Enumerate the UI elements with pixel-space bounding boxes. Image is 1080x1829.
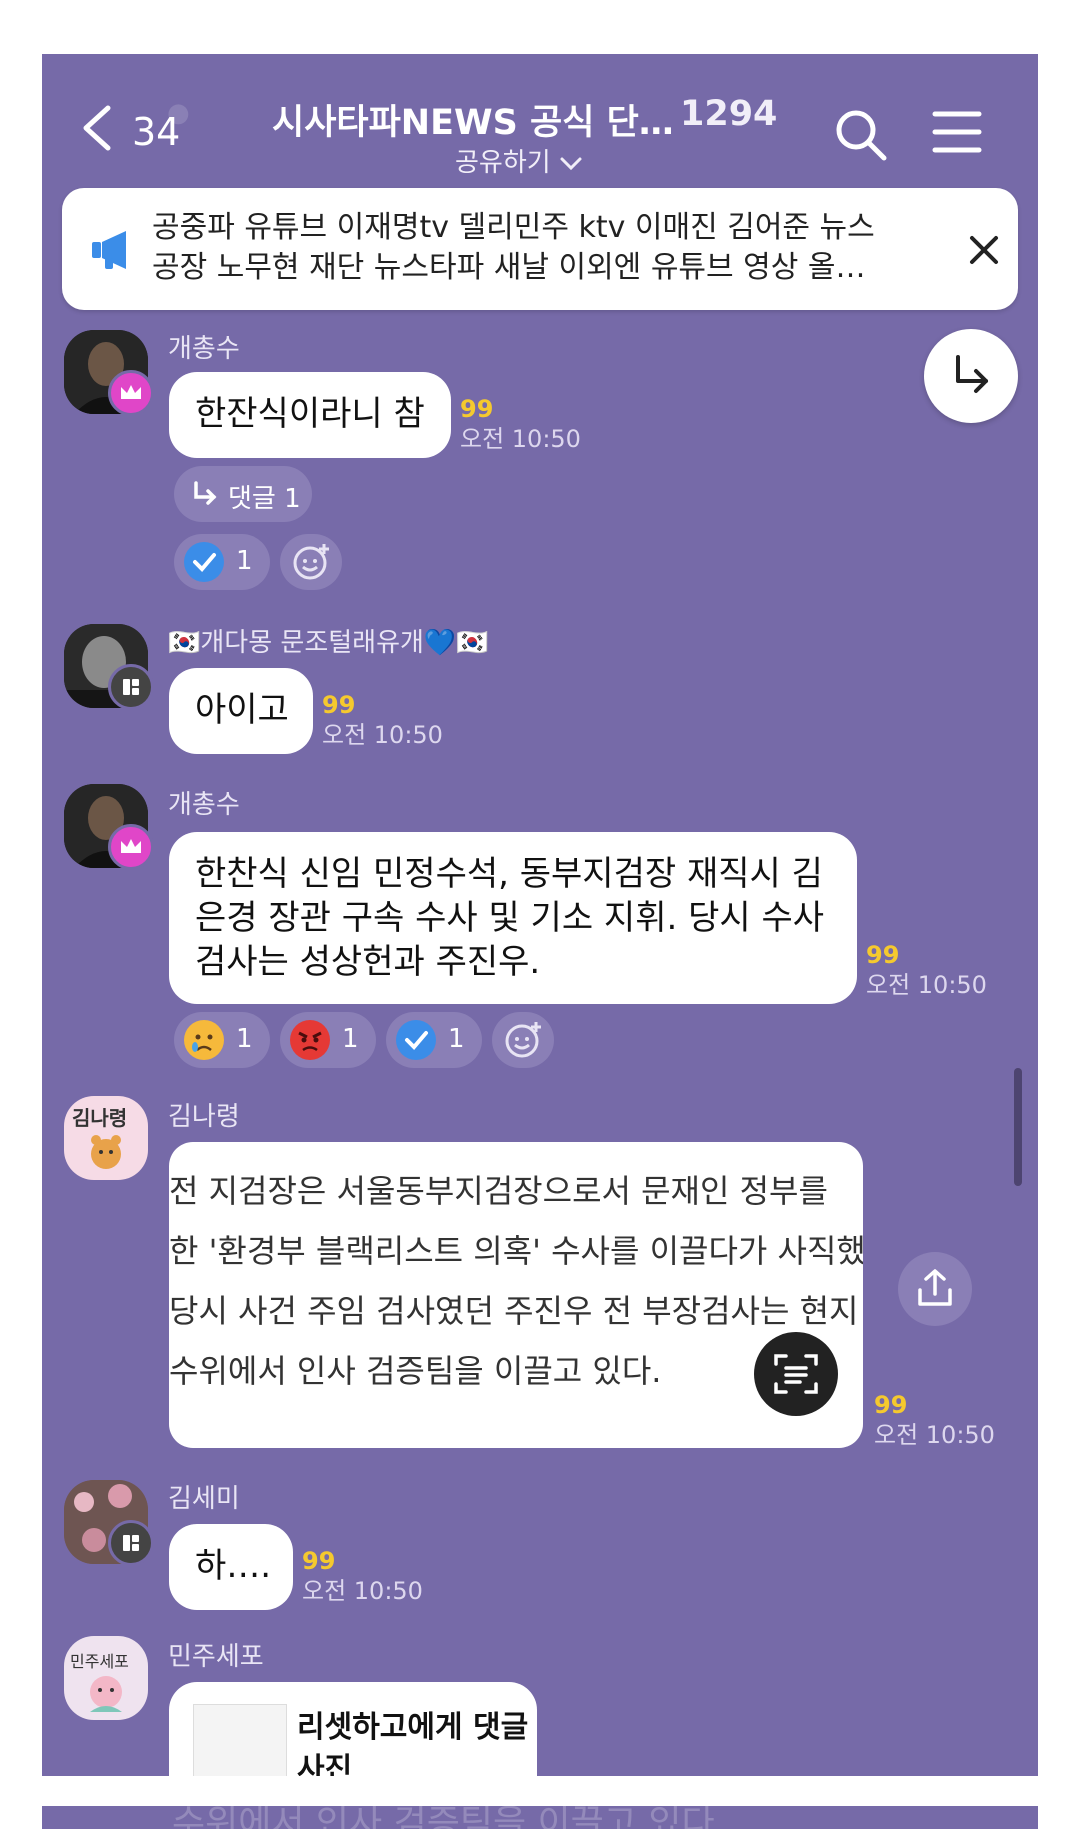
- message-meta: 99 오전 10:50: [460, 394, 581, 454]
- avatar[interactable]: 김나령: [64, 1096, 148, 1180]
- reply-thread-button[interactable]: 댓글 1: [174, 466, 312, 522]
- message-meta: 99 오전 10:50: [874, 1390, 995, 1450]
- notice-line: 공중파 유튜브 이재명tv 델리민주 ktv 이매진 김어준 뉴스: [152, 210, 875, 245]
- character-icon: [90, 1676, 122, 1712]
- reaction-count: 1: [448, 1024, 465, 1054]
- message-text-line: 검사는 성상헌과 주진우.: [195, 942, 541, 982]
- sad-face-icon: [184, 1020, 224, 1060]
- secondary-screenshot-strip: 수위에서 인사 검증팀을 이끌고 있다.: [42, 1806, 1038, 1829]
- image-text-line: 당시 사건 주임 검사였던 주진우 전 부장검사는 현지: [169, 1292, 859, 1330]
- scrollbar[interactable]: [1014, 1068, 1022, 1186]
- check-icon: [396, 1020, 436, 1060]
- crown-badge-icon: [108, 824, 154, 870]
- reaction-chip[interactable]: 1: [386, 1012, 482, 1068]
- message-bubble[interactable]: 한찬식 신임 민정수석, 동부지검장 재직시 김 은경 장관 구속 수사 및 기…: [169, 832, 857, 1004]
- chevron-down-icon: [560, 157, 582, 170]
- unread-count: 99: [874, 1391, 908, 1419]
- image-text-line: 한 '환경부 블랙리스트 의혹' 수사를 이끌다가 사직했: [169, 1232, 863, 1270]
- message-meta: 99 오전 10:50: [866, 940, 987, 1000]
- message-text: 하….: [195, 1546, 272, 1586]
- reaction-chip[interactable]: 1: [280, 1012, 376, 1068]
- sender-name[interactable]: 김나령: [168, 1096, 240, 1133]
- close-icon[interactable]: [967, 233, 1001, 267]
- message-meta: 99 오전 10:50: [302, 1546, 423, 1606]
- member-badge-icon: [108, 664, 154, 710]
- message-text: 아이고: [195, 690, 289, 730]
- notice-line: 공장 노무현 재단 뉴스타파 새날 이외엔 유튜브 영상 올…: [152, 250, 866, 285]
- unread-count: 99: [322, 691, 356, 719]
- sender-name[interactable]: 김세미: [168, 1478, 240, 1515]
- notice-text: 공중파 유튜브 이재명tv 델리민주 ktv 이매진 김어준 뉴스 공장 노무현…: [152, 208, 942, 288]
- reaction-chip[interactable]: 1: [174, 1012, 270, 1068]
- crown-badge-icon: [108, 370, 154, 416]
- unread-count: 99: [460, 395, 494, 423]
- share-icon: [918, 1269, 952, 1306]
- return-arrow-icon: [956, 355, 988, 393]
- share-label: 공유하기: [455, 148, 551, 178]
- sender-name[interactable]: 개총수: [168, 328, 240, 365]
- megaphone-icon: [92, 231, 126, 269]
- text-scan-button[interactable]: [754, 1332, 838, 1416]
- timestamp: 오전 10:50: [866, 971, 987, 999]
- link-thumbnail: [193, 1704, 287, 1776]
- add-emoji-icon: [293, 544, 329, 580]
- add-reaction-button[interactable]: [280, 534, 342, 590]
- sender-name[interactable]: 🇰🇷개다몽 문조털래유개💙🇰🇷: [168, 622, 489, 659]
- share-button[interactable]: 공유하기: [455, 142, 583, 179]
- check-icon: [184, 542, 224, 582]
- message-bubble[interactable]: 아이고: [169, 668, 313, 754]
- message-meta: 99 오전 10:50: [322, 690, 443, 750]
- jump-to-latest-button[interactable]: [924, 329, 1018, 423]
- message-text-line: 은경 장관 구속 수사 및 기소 지휘. 당시 수사: [195, 898, 825, 938]
- message-text-line: 한찬식 신임 민정수석, 동부지검장 재직시 김: [195, 854, 823, 894]
- member-count: 1294: [680, 94, 778, 134]
- reaction-count: 1: [342, 1024, 359, 1054]
- message-bubble[interactable]: 하….: [169, 1524, 293, 1610]
- sender-name[interactable]: 민주세포: [168, 1636, 264, 1673]
- chat-screen: ● ㅤ 34 시사타파NEWS 공식 단… 1294 공유하기 공중파 유튜브 …: [42, 54, 1038, 1776]
- notice-banner[interactable]: 공중파 유튜브 이재명tv 델리민주 ktv 이매진 김어준 뉴스 공장 노무현…: [62, 188, 1018, 310]
- text-scan-icon: [774, 1354, 818, 1394]
- member-badge-icon: [108, 1520, 154, 1566]
- message-bubble[interactable]: 한잔식이라니 참: [169, 372, 451, 458]
- avatar[interactable]: 민주세포: [64, 1636, 148, 1720]
- image-text-line: 수위에서 인사 검증팀을 이끌고 있다.: [169, 1352, 662, 1390]
- reaction-count: 1: [236, 1024, 253, 1054]
- image-text-line: 전 지검장은 서울동부지검장으로서 문재인 정부를: [169, 1172, 828, 1210]
- menu-icon[interactable]: [932, 109, 982, 155]
- timestamp: 오전 10:50: [874, 1421, 995, 1449]
- chat-header: 34 시사타파NEWS 공식 단… 1294 공유하기: [42, 54, 1038, 178]
- link-title: 사진: [297, 1752, 353, 1776]
- sender-name[interactable]: 개총수: [168, 784, 240, 821]
- reply-count-label: 댓글 1: [228, 484, 301, 514]
- timestamp: 오전 10:50: [322, 721, 443, 749]
- timestamp: 오전 10:50: [302, 1577, 423, 1605]
- add-emoji-icon: [505, 1022, 541, 1058]
- image-message[interactable]: 전 지검장은 서울동부지검장으로서 문재인 정부를 한 '환경부 블랙리스트 의…: [169, 1142, 863, 1448]
- bear-character-icon: [91, 1135, 121, 1169]
- link-title: 리셋하고에게 댓글: [297, 1710, 529, 1745]
- reply-arrow-icon: [194, 481, 217, 505]
- angry-face-icon: [290, 1020, 330, 1060]
- add-reaction-button[interactable]: [492, 1012, 554, 1068]
- link-preview-bubble[interactable]: 리셋하고에게 댓글 사진: [169, 1682, 537, 1776]
- back-unread-count[interactable]: 34: [132, 110, 180, 154]
- timestamp: 오전 10:50: [460, 425, 581, 453]
- share-image-button[interactable]: [898, 1252, 972, 1326]
- unread-count: 99: [866, 941, 900, 969]
- reaction-count: 1: [236, 546, 253, 576]
- reaction-chip[interactable]: 1: [174, 534, 270, 590]
- ghost-text: 수위에서 인사 검증팀을 이끌고 있다.: [172, 1806, 727, 1829]
- message-text: 한잔식이라니 참: [195, 394, 425, 434]
- chat-title[interactable]: 시사타파NEWS 공식 단…: [272, 94, 674, 145]
- back-arrow-icon[interactable]: [80, 104, 114, 152]
- unread-count: 99: [302, 1547, 336, 1575]
- search-icon[interactable]: [832, 106, 888, 162]
